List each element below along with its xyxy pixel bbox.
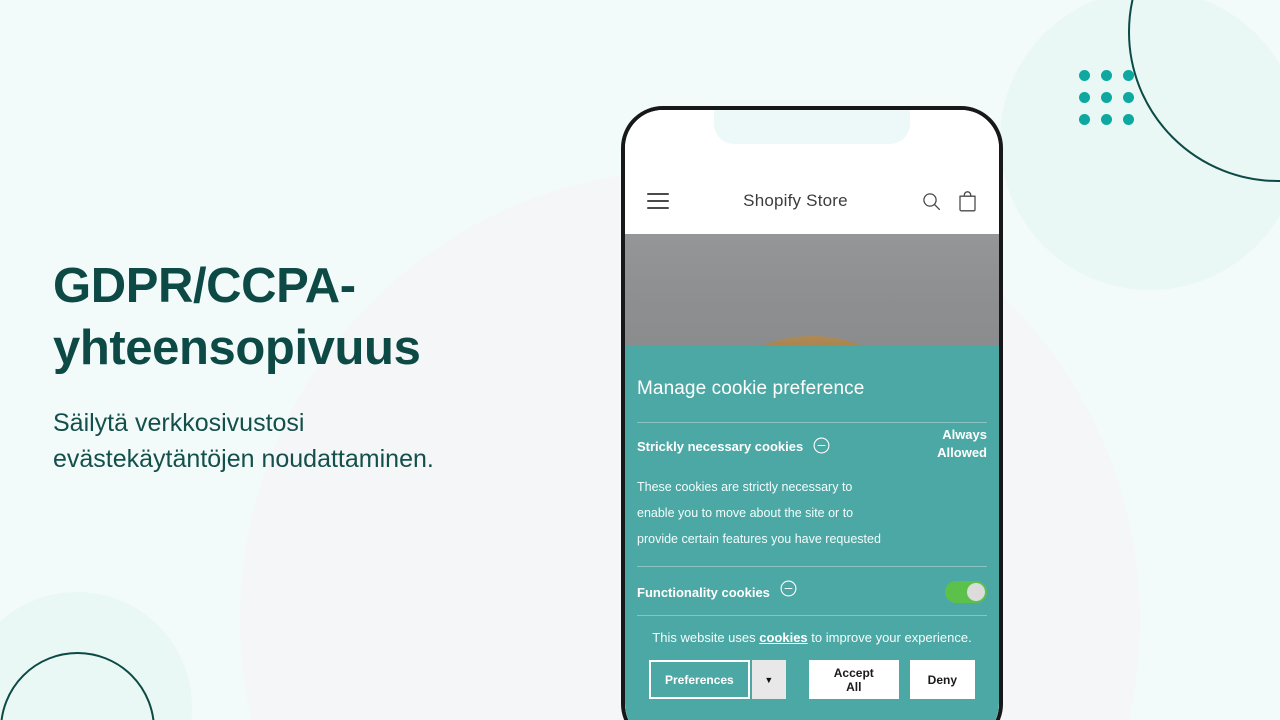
shopping-bag-icon[interactable] <box>958 190 977 212</box>
chevron-down-icon[interactable]: ▼ <box>751 660 786 699</box>
store-hero-image <box>625 234 999 346</box>
header-icons <box>922 190 977 212</box>
dot-grid-icon <box>1079 70 1134 125</box>
toggle-knob <box>967 583 985 601</box>
cookie-category-name: Strickly necessary cookies <box>637 439 804 454</box>
consent-text-before: This website uses <box>652 630 760 645</box>
decorative-mint-circle-top-right <box>1000 0 1280 290</box>
cookie-preference-panel: Manage cookie preference Strickly necess… <box>625 346 999 720</box>
phone-notch <box>714 110 910 144</box>
cookie-category-description: These cookies are strictly necessary to … <box>637 480 881 546</box>
cookies-policy-link[interactable]: cookies <box>759 630 807 645</box>
consent-button-row: Preferences ▼ Accept All Deny <box>641 660 983 699</box>
hero-product-shape <box>719 336 905 346</box>
cookie-category-strictly-necessary: Strickly necessary cookies Always Allowe… <box>637 423 987 566</box>
preferences-button[interactable]: Preferences <box>649 660 750 699</box>
accept-all-button[interactable]: Accept All <box>808 660 899 699</box>
functionality-cookies-toggle[interactable] <box>945 581 987 603</box>
circle-outline-icon-top-right <box>1128 0 1280 182</box>
store-header: Shopify Store <box>625 168 999 234</box>
cookie-category-name: Functionality cookies <box>637 584 770 600</box>
phone-screen: Shopify Store Manage cookie preference S… <box>625 110 999 720</box>
decorative-mint-circle-bottom-left <box>0 592 192 720</box>
phone-notch-area <box>625 110 999 168</box>
hero-copy: GDPR/CCPA- yhteensopivuus Säilytä verkko… <box>53 255 613 477</box>
cookie-category-functionality: Functionality cookies <box>637 567 987 615</box>
phone-mockup: Shopify Store Manage cookie preference S… <box>621 106 1003 720</box>
cookie-consent-bar: This website uses cookies to improve you… <box>637 616 987 715</box>
page-subtitle: Säilytä verkkosivustosi evästekäytäntöje… <box>53 409 434 473</box>
minus-circle-icon[interactable] <box>780 580 797 602</box>
consent-message: This website uses cookies to improve you… <box>641 630 983 645</box>
store-title: Shopify Store <box>743 191 848 210</box>
deny-button[interactable]: Deny <box>909 660 975 699</box>
status-badge: Always Allowed <box>937 427 987 460</box>
cookie-panel-title: Manage cookie preference <box>637 378 865 399</box>
minus-circle-icon[interactable] <box>813 437 830 459</box>
circle-outline-icon-bottom-left <box>0 652 155 720</box>
search-icon[interactable] <box>922 192 941 211</box>
hamburger-menu-icon[interactable] <box>647 193 669 209</box>
cookie-category-header[interactable]: Strickly necessary cookies Always Allowe… <box>637 427 987 462</box>
consent-text-after: to improve your experience. <box>807 630 972 645</box>
page-title: GDPR/CCPA- yhteensopivuus <box>53 259 421 375</box>
